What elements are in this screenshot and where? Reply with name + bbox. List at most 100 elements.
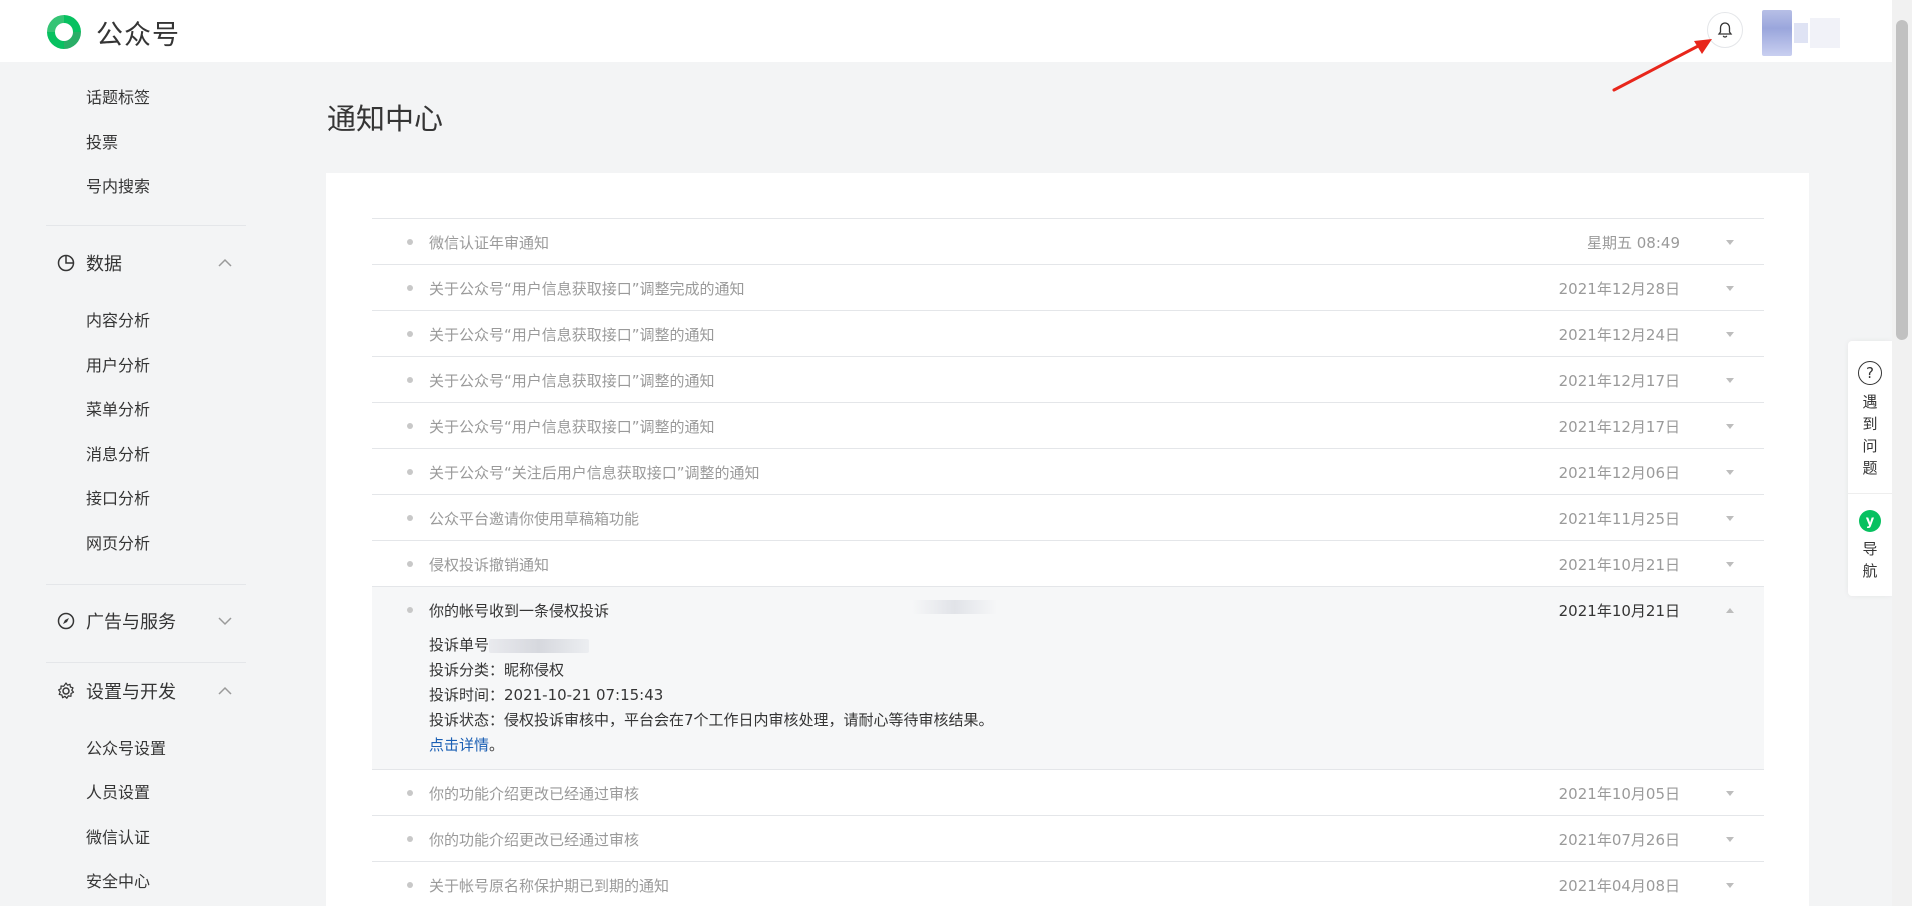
sidebar-group-ads-services[interactable]: 广告与服务: [56, 608, 236, 634]
chart-pie-icon: [57, 254, 75, 272]
complaint-number-line: 投诉单号: [429, 633, 994, 658]
notification-date: 2021年12月06日: [1558, 464, 1680, 482]
caret-down-icon[interactable]: [1726, 791, 1734, 796]
sidebar-item-message-analysis[interactable]: 消息分析: [86, 441, 150, 465]
notification-title: 关于公众号“用户信息获取接口”调整的通知: [429, 326, 715, 344]
notification-date: 2021年12月17日: [1558, 418, 1680, 436]
caret-down-icon[interactable]: [1726, 240, 1734, 245]
sidebar-item-search[interactable]: 号内搜索: [86, 173, 150, 197]
bullet-dot: [407, 377, 413, 383]
app-name: 公众号: [96, 19, 180, 51]
notification-row[interactable]: 公众平台邀请你使用草稿箱功能 2021年11月25日: [372, 495, 1764, 541]
bullet-dot: [407, 790, 413, 796]
notification-row[interactable]: 你的功能介绍更改已经通过审核 2021年07月26日: [372, 816, 1764, 862]
navigation-icon: y: [1859, 510, 1881, 532]
notification-row[interactable]: 侵权投诉撤销通知 2021年10月21日: [372, 541, 1764, 587]
notification-row-expanded[interactable]: 你的帐号收到一条侵权投诉 2021年10月21日 投诉单号 投诉分类：昵称侵权 …: [372, 587, 1764, 770]
notification-row[interactable]: 关于公众号“用户信息获取接口”调整完成的通知 2021年12月28日: [372, 265, 1764, 311]
gear-icon: [58, 682, 75, 699]
sidebar-group-label: 设置与开发: [86, 682, 176, 703]
complaint-number-label: 投诉单号: [429, 636, 490, 654]
account-avatar[interactable]: [1762, 10, 1850, 56]
logo[interactable]: 公众号: [44, 12, 180, 52]
notification-title: 关于公众号“用户信息获取接口”调整的通知: [429, 418, 715, 436]
sidebar-item-user-analysis[interactable]: 用户分析: [86, 352, 150, 376]
notification-title: 你的功能介绍更改已经通过审核: [429, 831, 640, 849]
bullet-dot: [407, 469, 413, 475]
notification-date: 星期五 08:49: [1587, 234, 1680, 252]
navigation-button[interactable]: y 导航: [1848, 493, 1892, 596]
redacted-complaint-number: [489, 638, 590, 653]
notification-row[interactable]: 关于公众号“用户信息获取接口”调整的通知 2021年12月24日: [372, 311, 1764, 357]
sidebar-group-settings-dev[interactable]: 设置与开发: [56, 678, 236, 704]
notification-date: 2021年10月21日: [1558, 556, 1680, 574]
complaint-category: 投诉分类：昵称侵权: [429, 661, 565, 679]
redacted-blur: [912, 600, 997, 614]
notification-title: 你的帐号收到一条侵权投诉: [429, 602, 610, 620]
caret-up-icon[interactable]: [1726, 608, 1734, 613]
caret-down-icon[interactable]: [1726, 516, 1734, 521]
caret-down-icon[interactable]: [1726, 286, 1734, 291]
view-details-link[interactable]: 点击详情: [429, 736, 489, 754]
notification-date: 2021年12月24日: [1558, 326, 1680, 344]
notification-title: 微信认证年审通知: [429, 234, 550, 252]
notification-row[interactable]: 关于公众号“关注后用户信息获取接口”调整的通知 2021年12月06日: [372, 449, 1764, 495]
notification-panel: 微信认证年审通知 星期五 08:49 关于公众号“用户信息获取接口”调整完成的通…: [326, 173, 1809, 906]
sidebar-item-menu-analysis[interactable]: 菜单分析: [86, 396, 150, 420]
question-icon: ?: [1858, 361, 1882, 385]
detail-link-line: 点击详情。: [429, 733, 994, 758]
notification-title: 关于帐号原名称保护期已到期的通知: [429, 877, 670, 895]
wechat-official-logo-icon: [47, 15, 81, 49]
bullet-dot: [407, 515, 413, 521]
notification-row[interactable]: 关于公众号“用户信息获取接口”调整的通知 2021年12月17日: [372, 403, 1764, 449]
scrollbar-thumb[interactable]: [1896, 20, 1908, 340]
sidebar-item-api-analysis[interactable]: 接口分析: [86, 485, 150, 509]
notification-date: 2021年10月05日: [1558, 785, 1680, 803]
notification-title: 侵权投诉撤销通知: [429, 556, 550, 574]
chevron-up-icon: [218, 686, 232, 695]
page-scrollbar[interactable]: [1892, 0, 1912, 906]
caret-down-icon[interactable]: [1726, 837, 1734, 842]
caret-down-icon[interactable]: [1726, 424, 1734, 429]
bullet-dot: [407, 423, 413, 429]
chevron-down-icon: [218, 617, 232, 626]
notification-date: 2021年12月17日: [1558, 372, 1680, 390]
caret-down-icon[interactable]: [1726, 562, 1734, 567]
notification-row[interactable]: 你的功能介绍更改已经通过审核 2021年10月05日: [372, 770, 1764, 816]
caret-down-icon[interactable]: [1726, 883, 1734, 888]
notification-title: 关于公众号“用户信息获取接口”调整的通知: [429, 372, 715, 390]
sidebar-item-vote[interactable]: 投票: [86, 129, 118, 153]
notification-row[interactable]: 微信认证年审通知 星期五 08:49: [372, 219, 1764, 265]
bullet-dot: [407, 836, 413, 842]
sidebar-divider: [46, 662, 246, 663]
sidebar-item-security-center[interactable]: 安全中心: [86, 868, 150, 892]
navigation-label: 导航: [1862, 540, 1878, 580]
notification-date: 2021年12月28日: [1558, 280, 1680, 298]
help-label: 遇到问题: [1862, 393, 1878, 477]
page-title: 通知中心: [327, 102, 444, 136]
sidebar-item-staff-settings[interactable]: 人员设置: [86, 779, 150, 803]
caret-down-icon[interactable]: [1726, 332, 1734, 337]
red-arrow-annotation: [1612, 39, 1712, 92]
caret-down-icon[interactable]: [1726, 470, 1734, 475]
sidebar-item-account-settings[interactable]: 公众号设置: [86, 735, 166, 759]
notification-date: 2021年11月25日: [1558, 510, 1680, 528]
sidebar-item-content-analysis[interactable]: 内容分析: [86, 307, 150, 331]
notification-detail: 投诉单号 投诉分类：昵称侵权 投诉时间：2021-10-21 07:15:43 …: [429, 633, 994, 758]
link-suffix: 。: [489, 736, 505, 754]
sidebar-item-topic-tags[interactable]: 话题标签: [86, 84, 150, 108]
notification-date: 2021年10月21日: [1558, 602, 1680, 620]
caret-down-icon[interactable]: [1726, 378, 1734, 383]
sidebar-group-label: 数据: [86, 254, 122, 275]
sidebar-group-data[interactable]: 数据: [56, 250, 236, 276]
floating-help-panel: ? 遇到问题 y 导航: [1848, 341, 1892, 596]
sidebar-item-web-analysis[interactable]: 网页分析: [86, 530, 150, 554]
notification-row[interactable]: 关于帐号原名称保护期已到期的通知 2021年04月08日: [372, 862, 1764, 906]
notification-title: 关于公众号“关注后用户信息获取接口”调整的通知: [429, 464, 760, 482]
notification-row[interactable]: 关于公众号“用户信息获取接口”调整的通知 2021年12月17日: [372, 357, 1764, 403]
notification-list: 微信认证年审通知 星期五 08:49 关于公众号“用户信息获取接口”调整完成的通…: [372, 218, 1764, 906]
bullet-dot: [407, 561, 413, 567]
notification-title: 你的功能介绍更改已经通过审核: [429, 785, 640, 803]
help-button[interactable]: ? 遇到问题: [1848, 341, 1892, 493]
sidebar-item-wechat-verify[interactable]: 微信认证: [86, 824, 150, 848]
